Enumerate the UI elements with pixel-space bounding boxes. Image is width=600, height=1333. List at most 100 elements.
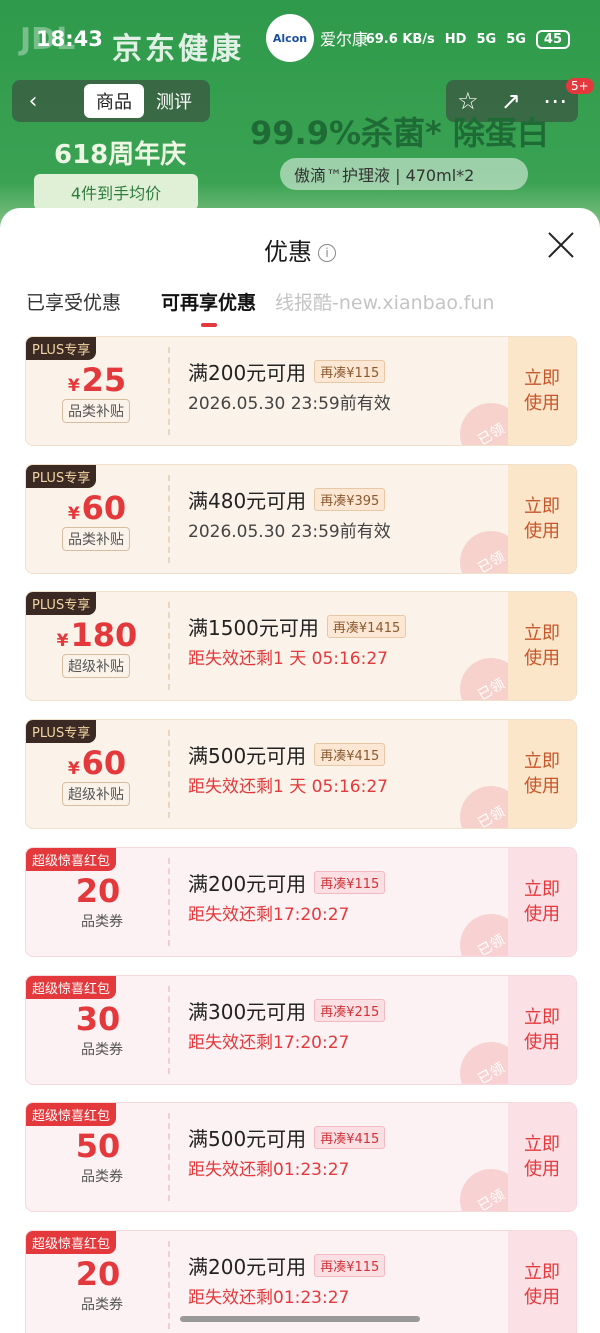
coupon-amount: ¥25 <box>26 361 168 399</box>
coupon-amount: 50 <box>26 1127 168 1165</box>
sheet-title: 优惠 i <box>0 232 600 267</box>
coupon-validity: 距失效还剩17:20:27 <box>188 904 350 925</box>
use-now-button[interactable]: 立即 使用 <box>508 464 576 573</box>
coupon-divider <box>168 730 170 819</box>
use-now-button[interactable]: 立即 使用 <box>508 592 576 701</box>
coupon-topup-badge: 再凑¥115 <box>314 1253 386 1277</box>
use-now-button[interactable]: 立即 使用 <box>508 1103 576 1212</box>
watermark: 线报酷-new.xianbao.fun <box>275 292 495 314</box>
signal-5g-icon-2: 5G <box>506 31 526 47</box>
tab-product[interactable]: 商品 <box>84 84 144 118</box>
coupon-value-area: 超级惊喜红包 20 品类券 <box>26 847 168 956</box>
coupon-divider <box>168 602 170 691</box>
coupon-amount-value: 30 <box>75 999 121 1038</box>
coupon-condition-text: 满200元可用 <box>188 871 307 896</box>
coupon-condition: 满1500元可用 再凑¥1415 <box>188 612 407 641</box>
coupon-kind: 品类券 <box>81 1041 123 1058</box>
coupon-amount-value: 60 <box>81 488 127 527</box>
coupon-kind: 超级补贴 <box>62 654 130 679</box>
coupon-card[interactable]: PLUS专享 ¥180 超级补贴 满1500元可用 再凑¥1415 距失效还剩1 天 05… <box>25 591 577 702</box>
coupon-value-area: 超级惊喜红包 50 品类券 <box>26 1103 168 1211</box>
coupon-condition-text: 满480元可用 <box>188 488 307 513</box>
coupon-topup-badge: 再凑¥1415 <box>326 615 407 639</box>
hd-icon: HD <box>444 31 467 47</box>
coupon-validity: 距失效还剩01:23:27 <box>188 1160 350 1181</box>
coupon-amount: ¥60 <box>26 744 168 782</box>
sheet-title-text: 优惠 <box>264 238 312 266</box>
coupon-condition-text: 满500元可用 <box>188 1127 307 1152</box>
coupon-condition: 满480元可用 再凑¥395 <box>188 485 386 514</box>
coupon-validity: 距失效还剩01:23:27 <box>188 1287 350 1308</box>
coupon-tag: PLUS专享 <box>26 337 97 360</box>
coupon-kind: 品类券 <box>81 1296 123 1313</box>
home-indicator[interactable] <box>180 1316 420 1322</box>
close-icon[interactable] <box>546 230 576 260</box>
coupon-value-area: PLUS专享 ¥25 品类补贴 <box>26 337 168 445</box>
tab-available[interactable]: 可再享优惠 <box>161 288 256 327</box>
currency-symbol: ¥ <box>56 631 69 652</box>
use-now-button[interactable]: 立即 使用 <box>508 847 576 956</box>
info-icon[interactable]: i <box>318 244 336 262</box>
coupon-condition-text: 满1500元可用 <box>188 616 319 641</box>
coupon-kind: 品类补贴 <box>62 526 130 551</box>
coupon-divider <box>168 985 170 1074</box>
coupon-card[interactable]: 超级惊喜红包 20 品类券 满200元可用 再凑¥115 距失效还剩17:20:27 已领立… <box>25 846 577 957</box>
coupon-condition: 满200元可用 再凑¥115 <box>188 868 386 897</box>
coupon-kind: 超级补贴 <box>62 782 130 807</box>
coupon-topup-badge: 再凑¥115 <box>314 870 386 894</box>
coupon-amount-value: 20 <box>75 871 121 910</box>
promo-pill: 4件到手均价 <box>34 174 198 210</box>
use-now-button[interactable]: 立即 使用 <box>508 1230 576 1333</box>
coupon-validity: 距失效还剩1 天 05:16:27 <box>188 649 388 670</box>
use-now-button[interactable]: 立即 使用 <box>508 337 576 445</box>
currency-symbol: ¥ <box>67 503 80 524</box>
coupon-divider <box>168 857 170 946</box>
coupon-amount: 30 <box>26 1000 168 1038</box>
coupon-topup-badge: 再凑¥415 <box>314 1126 386 1150</box>
coupon-validity: 距失效还剩17:20:27 <box>188 1032 350 1053</box>
coupon-amount: ¥180 <box>26 616 168 654</box>
coupon-value-area: 超级惊喜红包 20 品类券 <box>26 1230 168 1333</box>
coupon-card[interactable]: 超级惊喜红包 30 品类券 满300元可用 再凑¥215 距失效还剩17:20:27 已领立… <box>25 974 577 1085</box>
coupon-tag: 超级惊喜红包 <box>26 1230 117 1254</box>
coupon-value-area: PLUS专享 ¥180 超级补贴 <box>26 592 168 700</box>
coupon-card[interactable]: PLUS专享 ¥25 品类补贴 满200元可用 再凑¥115 2026.05.30 23:… <box>25 336 577 446</box>
coupon-validity: 距失效还剩1 天 05:16:27 <box>188 777 388 798</box>
coupon-divider <box>168 347 170 435</box>
coupon-amount-value: 20 <box>75 1254 121 1293</box>
promo-618: 618周年庆 <box>54 140 187 170</box>
use-now-button[interactable]: 立即 使用 <box>508 720 576 829</box>
notification-badge: 5+ <box>566 78 594 94</box>
signal-5g-icon: 5G <box>476 31 497 47</box>
coupon-kind: 品类券 <box>81 1169 123 1186</box>
coupon-topup-badge: 再凑¥415 <box>314 743 386 767</box>
coupon-tabs: 已享受优惠 可再享优惠 <box>26 288 256 327</box>
coupon-divider <box>168 1240 170 1329</box>
tab-enjoyed[interactable]: 已享受优惠 <box>26 288 121 315</box>
coupon-tag: 超级惊喜红包 <box>26 1103 117 1127</box>
coupon-topup-badge: 再凑¥215 <box>314 998 386 1022</box>
back-button[interactable]: ‹ <box>12 89 54 114</box>
use-now-button[interactable]: 立即 使用 <box>508 975 576 1084</box>
coupon-tag: 超级惊喜红包 <box>26 847 117 871</box>
coupon-sheet: 优惠 i 已享受优惠 可再享优惠 线报酷-new.xianbao.fun PLUS… <box>0 208 600 1333</box>
nav-bar: ‹ 商品 测评 <box>12 80 210 122</box>
coupon-card[interactable]: PLUS专享 ¥60 超级补贴 满500元可用 再凑¥415 距失效还剩1 天 05:16… <box>25 719 577 830</box>
coupon-amount-value: 50 <box>75 1127 121 1166</box>
currency-symbol: ¥ <box>67 759 80 780</box>
coupon-tag: PLUS专享 <box>26 720 97 744</box>
coupon-card[interactable]: PLUS专享 ¥60 品类补贴 满480元可用 再凑¥395 2026.05.30 23:… <box>25 463 577 574</box>
coupon-amount: ¥60 <box>26 489 168 527</box>
coupon-card[interactable]: 超级惊喜红包 50 品类券 满500元可用 再凑¥415 距失效还剩01:23:27 已领立… <box>25 1102 577 1213</box>
coupon-tag: PLUS专享 <box>26 592 97 616</box>
coupon-kind: 品类补贴 <box>62 399 130 423</box>
coupon-tag: 超级惊喜红包 <box>26 975 117 999</box>
coupon-condition: 满200元可用 再凑¥115 <box>188 357 386 386</box>
status-time: 18:43 <box>36 27 103 51</box>
battery-icon: 45 <box>535 29 570 49</box>
product-headline: 99.9%杀菌* 除蛋白 <box>250 114 549 152</box>
coupon-validity: 2026.05.30 23:59前有效 <box>188 521 391 542</box>
coupon-condition: 满500元可用 再凑¥415 <box>188 740 386 769</box>
tab-review[interactable]: 测评 <box>156 88 192 114</box>
coupon-value-area: 超级惊喜红包 30 品类券 <box>26 975 168 1084</box>
